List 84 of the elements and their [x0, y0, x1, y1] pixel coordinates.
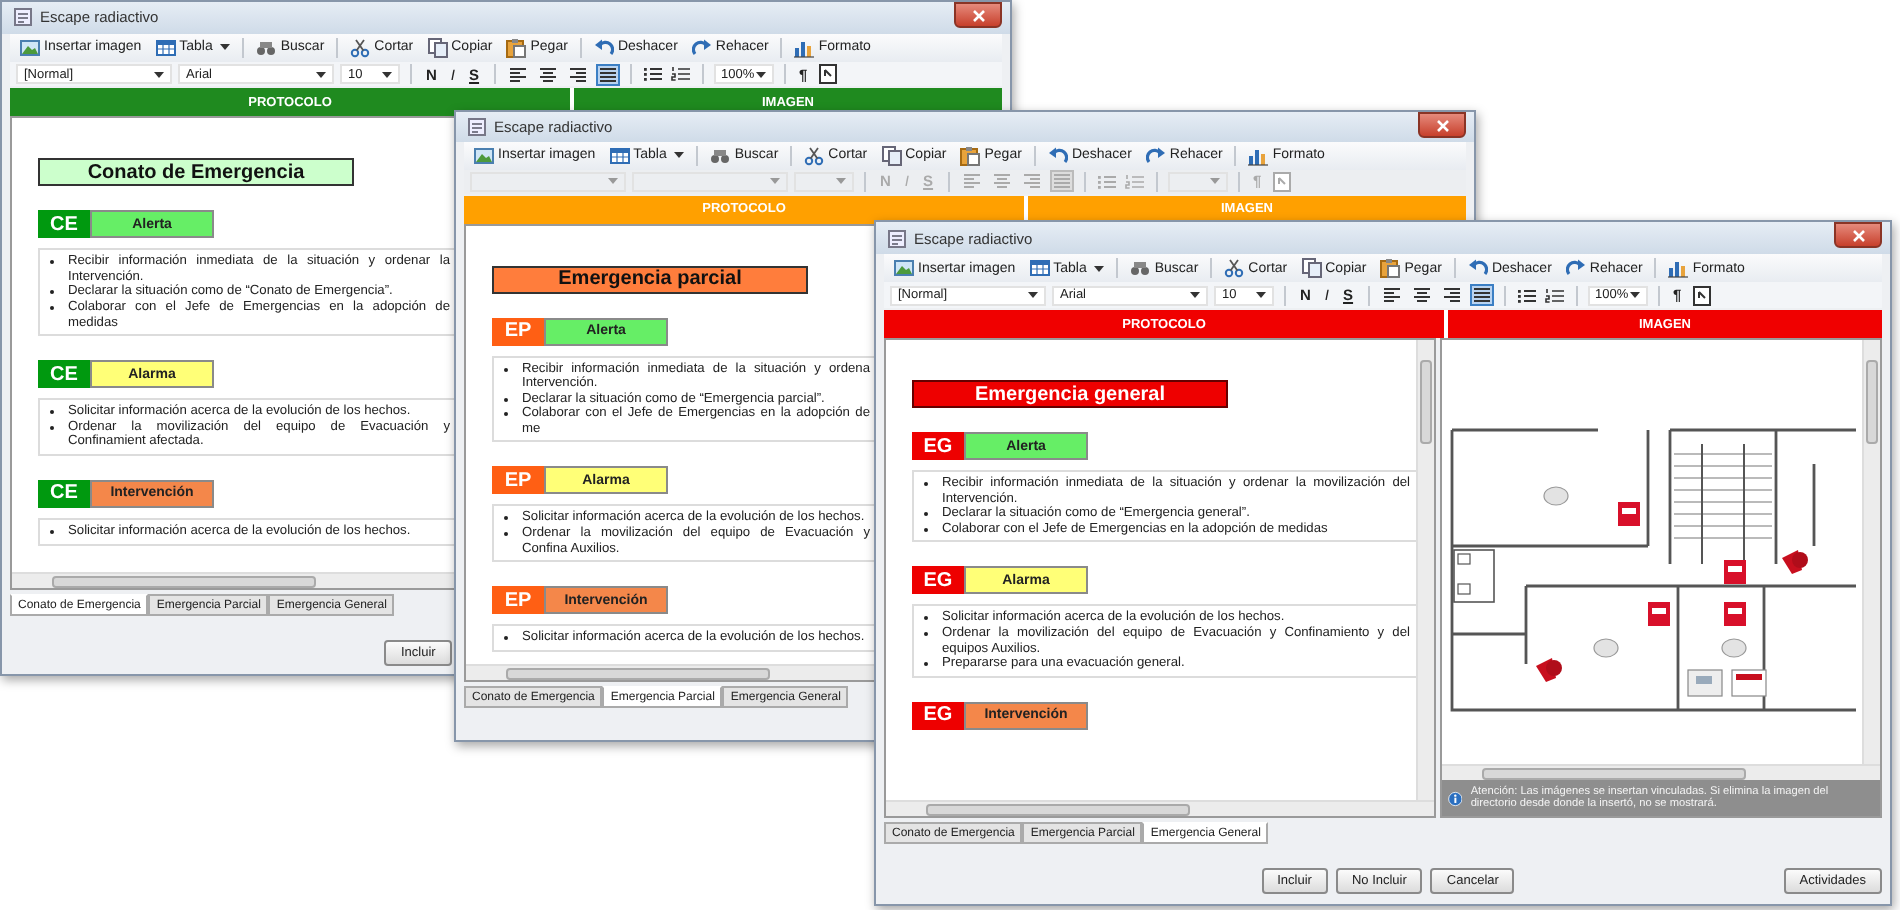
justify-icon[interactable] — [1469, 284, 1494, 306]
align-right-icon[interactable] — [1439, 284, 1464, 306]
close-icon — [1435, 119, 1449, 131]
horizontal-scrollbar[interactable] — [12, 572, 456, 588]
clipboard-icon — [1380, 258, 1401, 278]
image-icon — [474, 145, 494, 166]
level-code: CE — [38, 360, 90, 389]
caret-icon — [1190, 292, 1200, 298]
justify-icon[interactable] — [595, 63, 620, 85]
page-icon[interactable] — [1691, 285, 1712, 305]
align-center-icon[interactable] — [1409, 284, 1434, 306]
caret-icon — [1094, 265, 1105, 271]
level-code: CE — [38, 479, 90, 508]
level-code: CE — [38, 210, 90, 239]
binoculars-icon — [1130, 258, 1151, 278]
caret-icon — [674, 152, 685, 159]
numbered-list-icon[interactable] — [669, 64, 692, 84]
caret-icon — [220, 44, 231, 51]
close-icon — [1851, 229, 1865, 241]
vertical-scrollbar[interactable] — [1416, 340, 1434, 800]
scissors-icon — [350, 37, 371, 58]
level-code: EG — [912, 701, 964, 730]
undo-icon — [1467, 258, 1488, 278]
caret-icon — [382, 71, 392, 77]
bullet-list-icon[interactable] — [641, 64, 664, 84]
caret-icon — [1629, 292, 1640, 298]
redo-icon — [1145, 145, 1166, 166]
horizontal-scrollbar[interactable] — [886, 800, 1434, 816]
binoculars-icon — [256, 37, 277, 58]
vertical-scrollbar[interactable] — [1862, 340, 1880, 764]
heading-banner: Conato de Emergencia — [38, 158, 354, 187]
horizontal-scrollbar[interactable] — [1442, 764, 1880, 780]
close-button[interactable] — [954, 2, 1002, 28]
caret-icon — [755, 71, 766, 77]
copy-icon — [427, 37, 448, 58]
redo-icon — [1565, 258, 1586, 278]
caret-icon — [154, 71, 164, 77]
bar-chart-icon — [1668, 258, 1689, 278]
copy-icon — [1301, 258, 1322, 278]
copy-icon — [881, 145, 902, 166]
info-icon — [1448, 787, 1463, 809]
numbered-list-icon[interactable] — [1543, 285, 1566, 305]
scissors-icon — [804, 145, 825, 166]
align-center-icon[interactable] — [535, 63, 560, 85]
binoculars-icon — [710, 145, 731, 166]
bullet-list-icon[interactable] — [1515, 285, 1538, 305]
close-button[interactable] — [1418, 112, 1466, 138]
level-code: EP — [492, 466, 544, 495]
undo-icon — [1047, 145, 1068, 166]
caret-icon — [1028, 292, 1038, 298]
align-left-icon[interactable] — [1379, 284, 1404, 306]
scissors-icon — [1224, 258, 1245, 278]
page-icon[interactable] — [817, 64, 838, 84]
clipboard-icon — [960, 145, 981, 166]
table-icon — [155, 37, 176, 58]
table-icon — [609, 145, 630, 166]
heading-banner: Emergencia parcial — [492, 265, 808, 294]
window-icon — [468, 118, 486, 137]
undo-icon — [593, 37, 614, 58]
caret-icon — [1209, 178, 1220, 185]
clipboard-icon — [506, 37, 527, 58]
level-code: EG — [912, 432, 964, 460]
level-code: EP — [492, 317, 544, 346]
bar-chart-icon — [794, 37, 815, 58]
level-code: EP — [492, 586, 544, 615]
caret-icon — [316, 71, 326, 77]
redo-icon — [691, 37, 712, 58]
level-code: EG — [912, 566, 964, 595]
align-right-icon[interactable] — [565, 63, 590, 85]
window-icon — [888, 229, 906, 247]
caret-icon — [608, 178, 618, 185]
close-button[interactable] — [1834, 222, 1882, 248]
table-icon — [1029, 258, 1050, 278]
image-icon — [20, 37, 40, 58]
horizontal-scrollbar[interactable] — [466, 664, 876, 681]
caret-icon — [836, 178, 846, 185]
bar-chart-icon — [1248, 145, 1269, 166]
image-icon — [894, 258, 914, 278]
close-icon — [971, 9, 985, 21]
caret-icon — [770, 178, 780, 185]
heading-banner: Emergencia general — [912, 380, 1228, 408]
caret-icon — [1256, 292, 1266, 298]
window-icon — [14, 8, 32, 27]
align-left-icon[interactable] — [505, 63, 530, 85]
